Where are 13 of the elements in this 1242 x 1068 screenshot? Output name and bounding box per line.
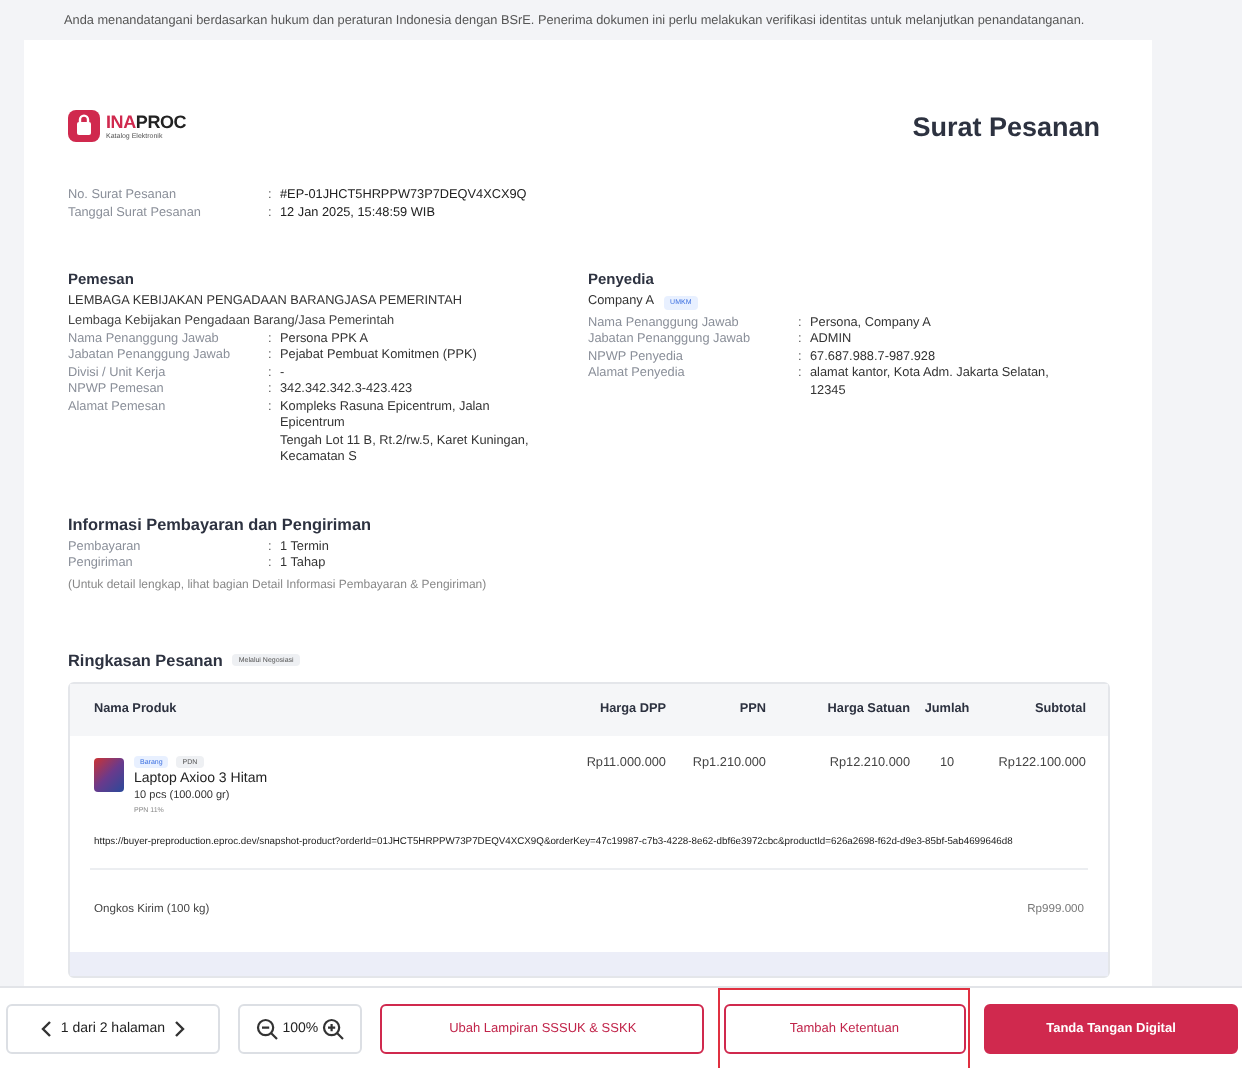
document-title: Surat Pesanan [912,111,1100,141]
zoom-out-button[interactable] [256,1017,279,1039]
chevron-left-icon [40,1019,53,1037]
section-heading: Informasi Pembayaran dan Pengiriman [68,515,374,533]
logo-wordmark: INAPROC [106,113,187,131]
zoom-out-icon [256,1017,279,1039]
next-page-button[interactable] [173,1019,186,1037]
chevron-right-icon [173,1019,186,1037]
section-heading: Ringkasan Pesanan [68,651,223,669]
zoom-in-icon [322,1017,345,1039]
zoom-in-button[interactable] [322,1017,345,1039]
product-image [94,757,124,791]
previous-page-button[interactable] [40,1019,53,1037]
